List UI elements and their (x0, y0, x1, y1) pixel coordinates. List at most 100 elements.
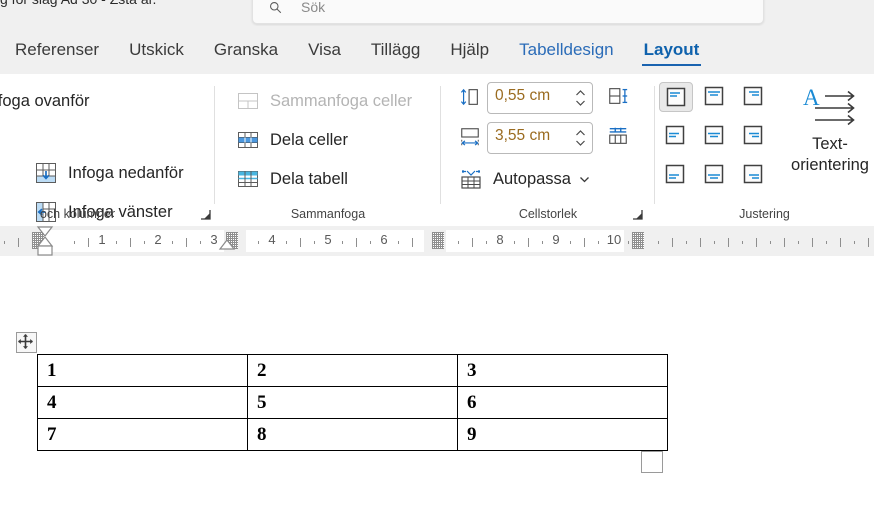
align-top-right-icon (743, 86, 763, 106)
table-row[interactable]: 1 2 3 (37, 354, 668, 387)
word-window: g för slag Ad 30 - Zsta ar. Sök Referens… (0, 0, 874, 514)
tab-visa[interactable]: Visa (293, 26, 356, 74)
merge-cells-button[interactable]: Sammanfoga celler (232, 84, 416, 118)
ruler-number: 4 (268, 232, 276, 247)
insert-below-button[interactable]: Infoga nedanför (30, 156, 188, 190)
table-move-handle-icon (18, 334, 33, 349)
split-cells-button[interactable]: Dela celler (232, 123, 352, 157)
document-table[interactable]: 1 2 3 4 5 6 7 8 9 (37, 354, 668, 451)
table-cell[interactable]: 5 (247, 386, 458, 419)
tab-label: Tabelldesign (519, 40, 614, 59)
text-direction-button[interactable]: A Text- orientering (791, 82, 869, 182)
tab-tillagg[interactable]: Tillägg (356, 26, 435, 74)
ruler-number: 2 (154, 232, 162, 247)
autofit-label: Autopassa (493, 169, 571, 188)
active-tab-indicator (641, 64, 702, 66)
ruler-column-marker[interactable] (432, 232, 444, 249)
row-height-spinner[interactable] (575, 87, 586, 109)
align-bottom-left-button[interactable] (659, 160, 691, 188)
horizontal-ruler[interactable]: 1 2 3 4 5 6 8 9 10 (0, 226, 874, 257)
chevron-down-icon[interactable] (579, 174, 590, 185)
ribbon-group-alignment: A Text- orientering Justering (655, 74, 874, 226)
insert-above-button[interactable]: Infoga ovanför (0, 84, 94, 118)
column-width-input[interactable]: 3,55 cm (487, 122, 593, 154)
split-cells-label: Dela celler (270, 130, 348, 149)
align-top-left-button[interactable] (659, 82, 693, 112)
tab-label: Granska (213, 40, 279, 59)
tab-tabelldesign[interactable]: Tabelldesign (504, 26, 629, 74)
ruler-number: 5 (324, 232, 332, 247)
align-middle-right-button[interactable] (737, 121, 769, 149)
table-row[interactable]: 7 8 9 (37, 418, 668, 451)
column-width-value: 3,55 cm (495, 127, 551, 144)
tab-hjalp[interactable]: Hjälp (435, 26, 504, 74)
ruler-column-1-zone (46, 230, 224, 252)
table-cell[interactable]: 2 (247, 354, 458, 387)
align-top-center-icon (704, 86, 724, 106)
split-table-button[interactable]: Dela tabell (232, 162, 352, 196)
search-box[interactable]: Sök (252, 0, 764, 24)
ribbon-tabs: Referenser Utskick Granska Visa Tillägg … (0, 26, 714, 74)
tab-label: Hjälp (450, 40, 490, 59)
rows-columns-dialog-launcher[interactable] (199, 208, 211, 220)
column-width-spinner[interactable] (575, 127, 586, 149)
autofit-icon (461, 170, 481, 189)
table-cell[interactable]: 9 (457, 418, 668, 451)
align-bottom-center-icon (704, 164, 724, 184)
table-resize-handle[interactable] (641, 451, 663, 473)
ribbon-tab-strip: Referenser Utskick Granska Visa Tillägg … (0, 26, 874, 74)
align-middle-left-button[interactable] (659, 121, 691, 149)
ruler-number: 8 (496, 232, 504, 247)
tab-label: Referenser (15, 40, 100, 59)
table-cell[interactable]: 6 (457, 386, 668, 419)
group-label-alignment: Justering (739, 207, 790, 221)
ruler-number: 10 (606, 232, 622, 247)
table-cell[interactable]: 4 (37, 386, 248, 419)
table-cell[interactable]: 7 (37, 418, 248, 451)
group-label-rows-and-columns: och kolumner (39, 207, 116, 221)
split-table-label: Dela tabell (270, 169, 348, 188)
row-height-input[interactable]: 0,55 cm (487, 82, 593, 114)
document-title: g för slag Ad 30 - Zsta ar. (0, 0, 156, 7)
align-top-right-button[interactable] (737, 82, 769, 110)
tab-referenser[interactable]: Referenser (0, 26, 114, 74)
ruler-column-marker[interactable] (632, 232, 644, 249)
distribute-rows-icon[interactable] (607, 85, 629, 107)
group-label-merge: Sammanfoga (290, 207, 366, 221)
tab-granska[interactable]: Granska (199, 26, 293, 74)
table-row[interactable]: 4 5 6 (37, 386, 668, 419)
insert-above-label: Infoga ovanför (0, 91, 90, 110)
table-cell[interactable]: 8 (247, 418, 458, 451)
table-cell[interactable]: 3 (457, 354, 668, 387)
row-height-value: 0,55 cm (495, 87, 551, 104)
ribbon-group-rows-and-columns: Infoga ovanför Infoga nedanför (0, 74, 215, 261)
text-direction-line2: orientering (791, 156, 869, 174)
ruler-number: 9 (552, 232, 560, 247)
search-placeholder: Sök (301, 0, 326, 15)
split-table-icon (238, 171, 258, 187)
table-move-handle[interactable] (16, 332, 37, 353)
table-cell[interactable]: 1 (37, 354, 248, 387)
ribbon: Infoga ovanför Infoga nedanför (0, 74, 874, 261)
ruler-number: 1 (98, 232, 106, 247)
align-middle-right-icon (743, 125, 763, 145)
right-indent-marker[interactable] (216, 238, 240, 258)
tab-utskick[interactable]: Utskick (114, 26, 199, 74)
document-canvas[interactable]: 1 2 3 4 5 6 7 8 9 (0, 256, 874, 514)
text-direction-icon: A (803, 85, 855, 126)
column-width-icon (461, 128, 479, 146)
autofit-button[interactable]: Autopassa (455, 162, 594, 196)
distribute-columns-icon[interactable] (607, 125, 629, 147)
align-top-left-icon (666, 87, 686, 107)
align-bottom-right-button[interactable] (737, 160, 769, 188)
merge-cells-label: Sammanfoga celler (270, 91, 413, 110)
tab-layout[interactable]: Layout (629, 26, 715, 74)
cell-size-dialog-launcher[interactable] (631, 208, 643, 220)
text-direction-label: Text- orientering (791, 134, 869, 176)
align-bottom-center-button[interactable] (698, 160, 730, 188)
ruler-number: 6 (380, 232, 388, 247)
align-middle-center-button[interactable] (698, 121, 730, 149)
insert-below-icon (36, 163, 56, 183)
align-top-center-button[interactable] (698, 82, 730, 110)
align-bottom-right-icon (743, 164, 763, 184)
